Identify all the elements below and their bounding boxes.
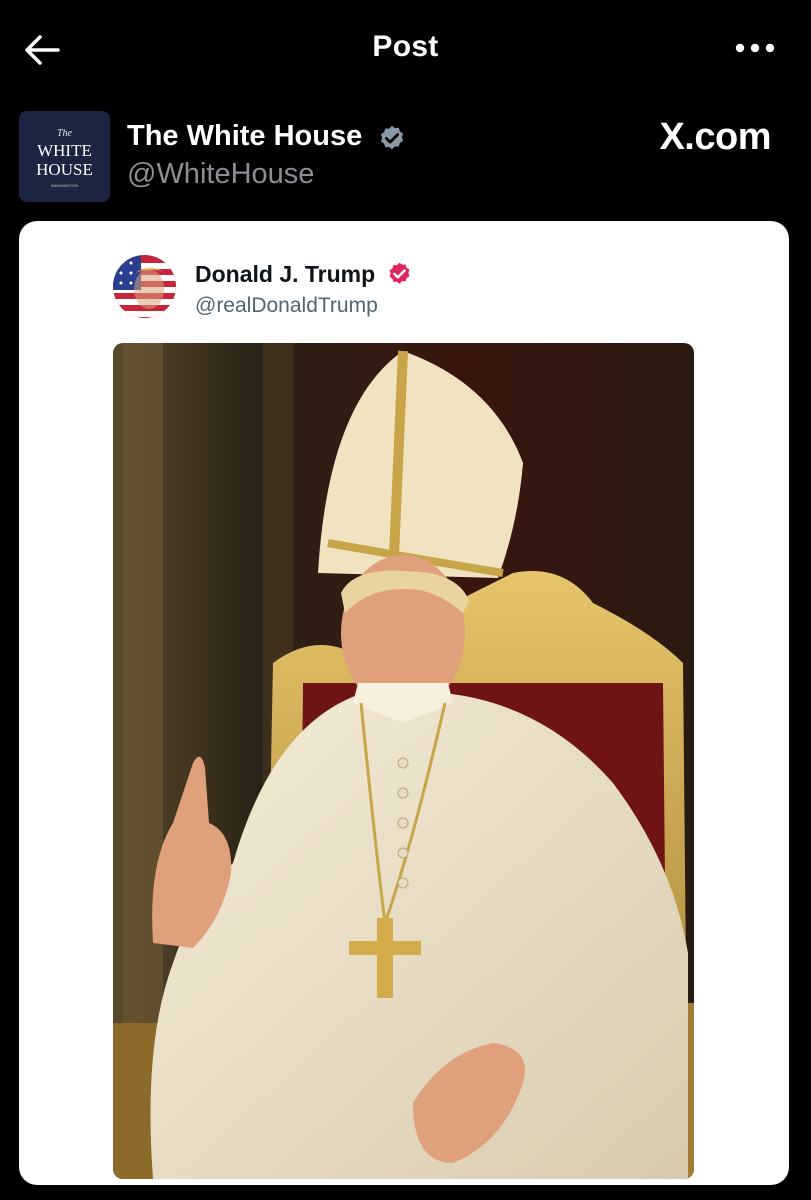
watermark: X.com <box>659 116 771 158</box>
more-horizontal-icon[interactable] <box>735 38 775 58</box>
svg-text:WASHINGTON: WASHINGTON <box>51 183 78 188</box>
verified-badge-icon <box>389 262 410 284</box>
verified-badge-icon <box>381 125 403 150</box>
post-image[interactable] <box>113 343 694 1179</box>
embedded-author-handle[interactable]: @realDonaldTrump <box>195 294 378 318</box>
embedded-avatar[interactable] <box>113 255 176 318</box>
top-bar: Post <box>0 0 811 100</box>
svg-text:The: The <box>57 128 73 139</box>
page-title: Post <box>372 30 439 63</box>
avatar[interactable]: The WHITE HOUSE WASHINGTON <box>19 111 110 202</box>
embedded-author-name[interactable]: Donald J. Trump <box>195 261 375 288</box>
svg-text:HOUSE: HOUSE <box>36 160 93 179</box>
pope-portrait-image <box>113 343 694 1179</box>
white-house-logo-icon: The WHITE HOUSE WASHINGTON <box>19 111 110 202</box>
author-handle[interactable]: @WhiteHouse <box>127 158 314 191</box>
embedded-post-card[interactable]: Donald J. Trump @realDonaldTrump <box>19 221 789 1185</box>
svg-text:WHITE: WHITE <box>37 141 92 160</box>
flag-portrait-icon <box>113 255 176 318</box>
author-name[interactable]: The White House <box>127 120 362 153</box>
